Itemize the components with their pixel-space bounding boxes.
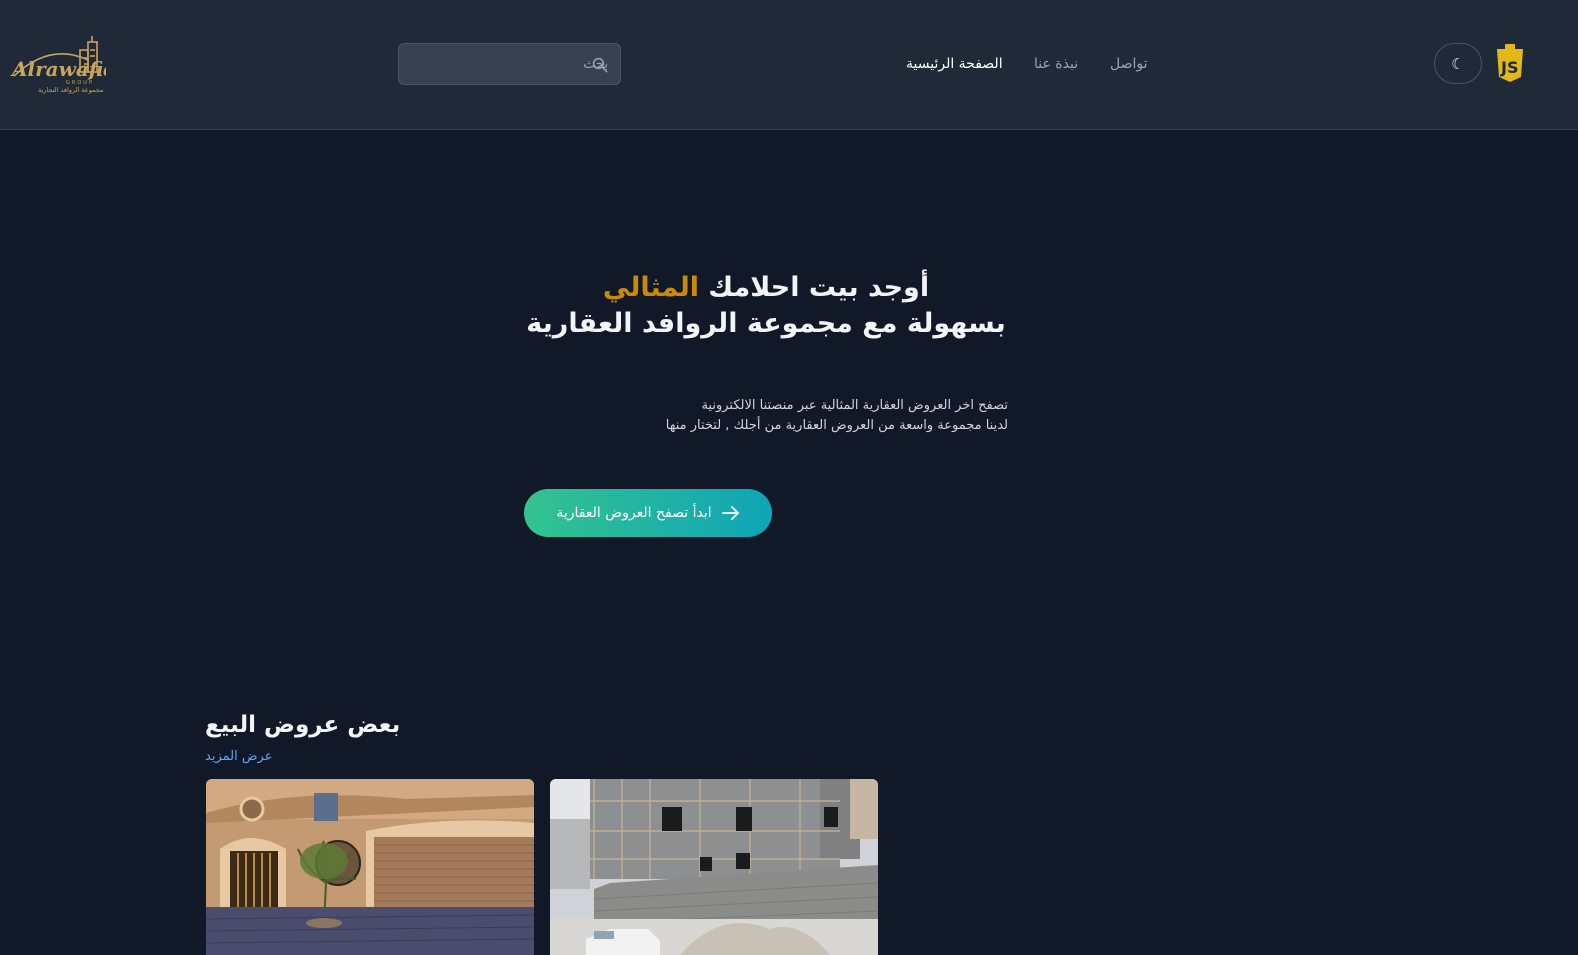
hero-title-line2: بسهولة مع مجموعة الروافد العقارية [526, 308, 1006, 339]
search-input[interactable] [399, 44, 620, 84]
nav-home-link[interactable]: الصفحة الرئيسية [906, 56, 1003, 76]
hero-title-part1: أوجد بيت احلامك [708, 272, 930, 303]
view-more-link[interactable]: عرض المزيد [205, 749, 272, 764]
listing-card[interactable] [550, 779, 878, 955]
hero-title: أوجد بيت احلامك المثالي بسهولة مع مجموعة… [500, 270, 1032, 342]
logo-wordmark: Alrawafid [10, 57, 106, 81]
search-icon[interactable] [591, 56, 609, 74]
nav-about-link[interactable]: نبذة عنا [1034, 56, 1078, 76]
js-icon[interactable]: JS [1495, 43, 1525, 83]
logo-graphic: Alrawafid GROUP مجموعة الروافد التجارية [10, 36, 117, 94]
svg-text:JS: JS [1500, 58, 1518, 77]
construction-building-photo [550, 779, 878, 955]
site-header: Alrawafid GROUP مجموعة الروافد التجارية … [0, 0, 1578, 130]
logo-arabic-text: مجموعة الروافد التجارية [38, 86, 103, 94]
theme-toggle-button[interactable]: ☾ [1434, 43, 1482, 84]
arrow-right-icon [721, 506, 739, 520]
hero-subtitle-line1: تصفح اخر العروض العقارية المثالية عبر من… [701, 398, 1008, 413]
nav-contact-link[interactable]: تواصل [1110, 56, 1148, 76]
browse-offers-label: ابدأ تصفح العروض العقارية [556, 505, 712, 521]
listing-card[interactable] [206, 779, 534, 955]
moon-icon: ☾ [1451, 55, 1465, 73]
sale-offers-heading: بعض عروض البيع [205, 712, 401, 738]
villa-garage-photo [206, 779, 534, 955]
hero-subtitle-line2: لدينا مجموعة واسعة من العروض العقارية من… [665, 418, 1008, 433]
hero-subtitle: تصفح اخر العروض العقارية المثالية عبر من… [600, 396, 1008, 436]
hero-title-accent: المثالي [602, 272, 699, 303]
browse-offers-button[interactable]: ابدأ تصفح العروض العقارية [524, 489, 772, 537]
alrawafid-logo[interactable]: Alrawafid GROUP مجموعة الروافد التجارية [10, 32, 117, 96]
search-box [398, 43, 621, 85]
